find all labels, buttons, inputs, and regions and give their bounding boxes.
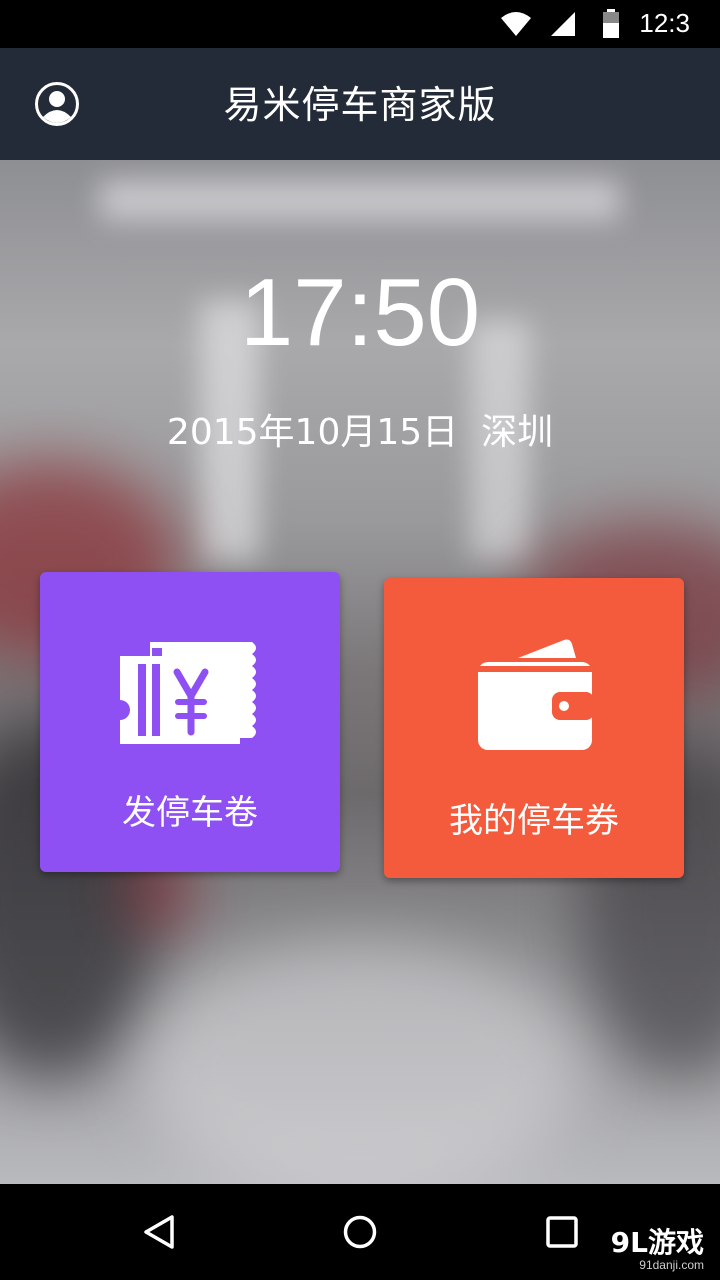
my-parking-coupons-button[interactable]: 我的停车券 <box>384 578 684 878</box>
background-light <box>100 180 620 220</box>
background-blur <box>140 940 580 1184</box>
battery-icon <box>603 9 619 38</box>
back-icon[interactable] <box>140 1212 180 1252</box>
status-bar: 12:3 <box>0 0 720 48</box>
current-date: 2015年10月15日 <box>166 412 459 453</box>
watermark: 9L游戏 91danji.com <box>610 1226 704 1273</box>
home-icon[interactable] <box>340 1212 380 1252</box>
system-nav-bar: 9L游戏 91danji.com <box>0 1184 720 1280</box>
status-time: 12:3 <box>639 8 690 38</box>
issue-parking-ticket-button[interactable]: 发停车卷 <box>40 572 340 872</box>
watermark-logo: 9L游戏 <box>610 1226 704 1259</box>
signal-icon <box>551 12 575 36</box>
wifi-icon <box>501 12 531 36</box>
current-time: 17:50 <box>239 259 481 366</box>
recents-icon[interactable] <box>542 1212 582 1252</box>
main-panel: 17:50 2015年10月15日 深圳 发停车卷 我的停车券 <box>0 160 720 1184</box>
watermark-domain: 91danji.com <box>639 1258 704 1272</box>
app-header: 易米停车商家版 <box>0 48 720 160</box>
app-screen: 12:3 易米停车商家版 17:50 2015年10月15日 深圳 发停车卷 我… <box>0 0 720 1280</box>
my-parking-coupons-label: 我的停车券 <box>449 801 619 841</box>
date-location: 2015年10月15日 深圳 <box>0 410 720 456</box>
wallet-icon <box>478 639 594 750</box>
issue-parking-ticket-label: 发停车卷 <box>122 793 258 833</box>
app-title: 易米停车商家版 <box>223 83 497 127</box>
current-city: 深圳 <box>481 412 554 453</box>
ticket-yuan-icon <box>120 642 256 744</box>
